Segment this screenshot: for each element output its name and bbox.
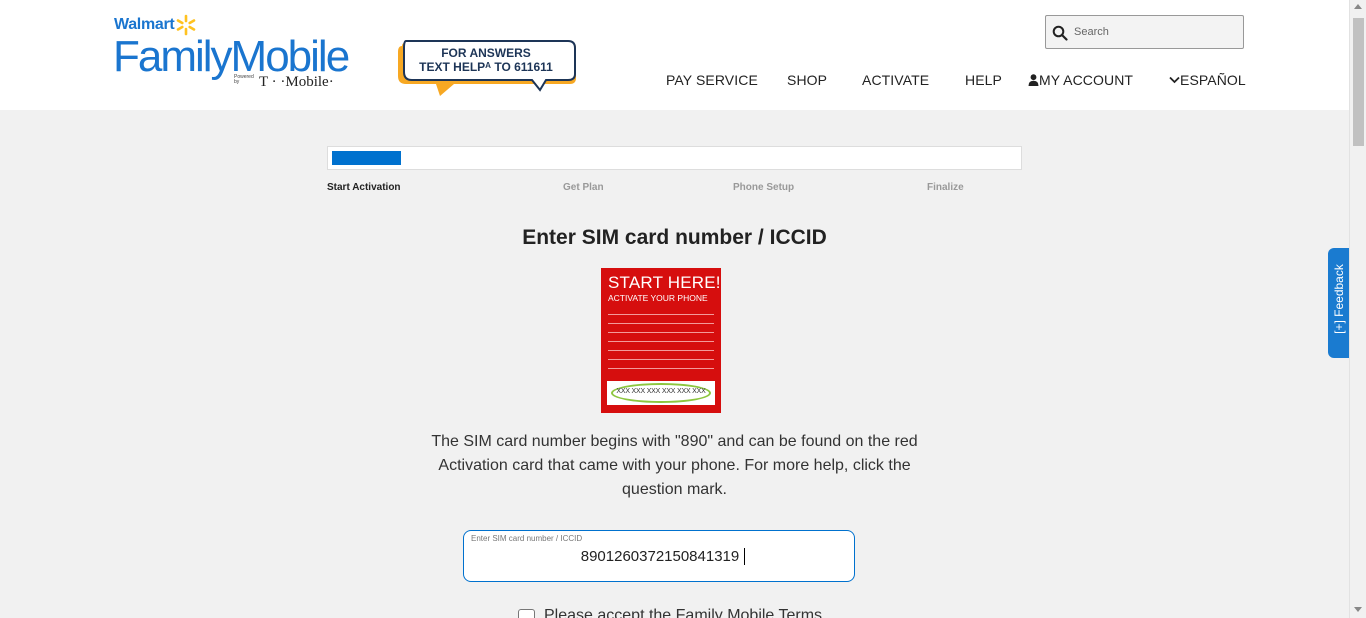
chevron-down-icon bbox=[1169, 76, 1180, 84]
sim-number-mask: XXX XXX XXX XXX XXX XXX bbox=[616, 388, 706, 395]
powered-by-text: Powered by bbox=[234, 74, 254, 85]
user-icon bbox=[1028, 74, 1039, 86]
t-mobile-wordmark: T · ·Mobile· bbox=[259, 74, 334, 90]
sim-number-input[interactable] bbox=[474, 545, 846, 567]
site-header: Walmart FamilyMobile Powered by T · ·Mob… bbox=[0, 0, 1349, 110]
nav-my-account-label: MY ACCOUNT bbox=[1039, 72, 1134, 88]
sim-number-area: XXX XXX XXX XXX XXX XXX bbox=[607, 381, 715, 405]
step-phone-setup: Phone Setup bbox=[733, 182, 795, 193]
nav-help[interactable]: HELP bbox=[965, 72, 1002, 88]
nav-my-account[interactable]: MY ACCOUNT bbox=[1028, 72, 1133, 88]
feedback-tab[interactable]: [+] Feedback bbox=[1328, 248, 1350, 358]
sim-description: The SIM card number begins with "890" an… bbox=[431, 433, 918, 498]
step-finalize: Finalize bbox=[927, 182, 964, 193]
sim-card-headline: START HERE! bbox=[608, 273, 721, 292]
search-input[interactable] bbox=[1074, 22, 1234, 42]
feedback-label: [+] Feedback bbox=[1332, 264, 1346, 334]
nav-espanol-label: ESPAÑOL bbox=[1180, 72, 1246, 88]
promo-line-1: FOR ANSWERS bbox=[441, 46, 531, 60]
terms-label[interactable]: Please accept the Family Mobile Terms bbox=[544, 607, 822, 618]
page-title: Enter SIM card number / ICCID bbox=[522, 226, 827, 249]
sim-card-subline: ACTIVATE YOUR PHONE bbox=[608, 293, 708, 303]
sim-number-field[interactable]: Enter SIM card number / ICCID bbox=[463, 530, 855, 582]
activation-progress-bar bbox=[327, 146, 1022, 170]
progress-fill bbox=[332, 151, 401, 165]
step-get-plan: Get Plan bbox=[563, 182, 604, 193]
nav-espanol[interactable]: ESPAÑOL bbox=[1169, 72, 1246, 88]
nav-shop[interactable]: SHOP bbox=[787, 72, 827, 88]
sim-activation-card-image: START HERE! ACTIVATE YOUR PHONE XXX XXX … bbox=[601, 268, 721, 413]
terms-checkbox[interactable] bbox=[518, 609, 535, 618]
search-box[interactable] bbox=[1045, 15, 1244, 49]
scroll-up-arrow-icon[interactable] bbox=[1354, 4, 1362, 9]
scroll-down-arrow-icon[interactable] bbox=[1354, 607, 1362, 612]
family-mobile-logo[interactable]: Walmart FamilyMobile Powered by T · ·Mob… bbox=[113, 14, 353, 94]
nav-activate[interactable]: ACTIVATE bbox=[862, 72, 929, 88]
nav-pay-service[interactable]: PAY SERVICE bbox=[666, 72, 758, 88]
page-scrollbar[interactable] bbox=[1349, 0, 1366, 618]
search-icon[interactable] bbox=[1052, 25, 1068, 41]
text-help-promo[interactable]: FOR ANSWERS TEXT HELPᴬ TO 611611 bbox=[396, 40, 580, 98]
scroll-thumb[interactable] bbox=[1353, 18, 1364, 146]
promo-line-2: TEXT HELPᴬ TO 611611 bbox=[419, 60, 553, 74]
sim-field-label: Enter SIM card number / ICCID bbox=[471, 534, 583, 543]
step-start-activation: Start Activation bbox=[327, 182, 401, 193]
text-caret bbox=[744, 548, 745, 565]
